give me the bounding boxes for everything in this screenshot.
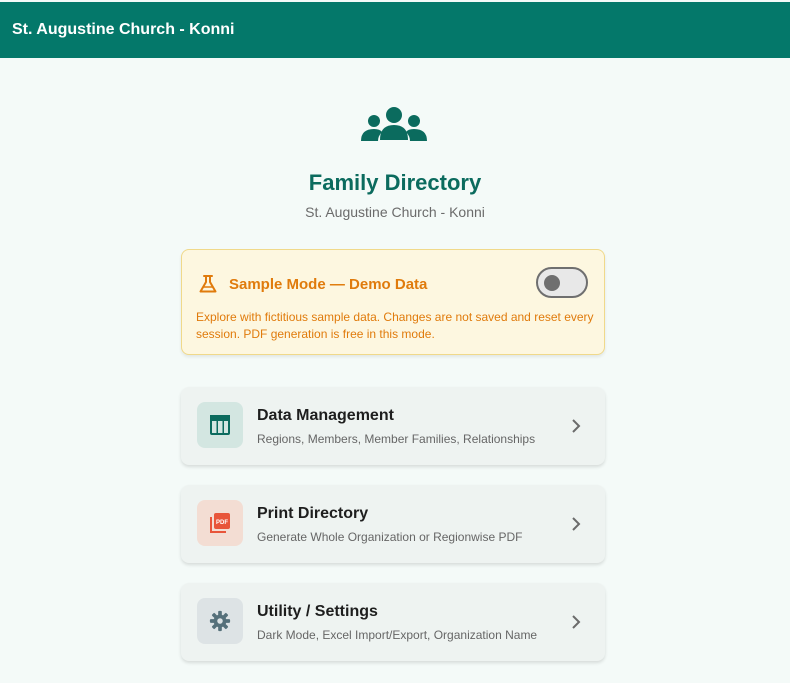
data-management-icon-box: [197, 402, 243, 448]
page-subtitle: St. Augustine Church - Konni: [305, 204, 485, 220]
group-icon: [361, 107, 427, 141]
gear-icon: [209, 610, 231, 632]
page-title: Family Directory: [308, 170, 482, 195]
data-management-card[interactable]: Data Management Regions, Members, Member…: [181, 387, 605, 465]
print-directory-icon-box: PDF: [197, 500, 243, 546]
menu-item-subtitle: Dark Mode, Excel Import/Export, Organiza…: [257, 628, 538, 642]
svg-text:PDF: PDF: [216, 520, 228, 526]
chevron-right-icon: [572, 517, 581, 531]
utility-settings-icon-box: [197, 598, 243, 644]
menu-item-subtitle: Generate Whole Organization or Regionwis…: [257, 530, 523, 544]
flask-icon: [199, 275, 217, 293]
sample-mode-description: Explore with fictitious sample data. Cha…: [196, 310, 594, 341]
sample-mode-toggle[interactable]: [536, 267, 588, 298]
print-directory-card[interactable]: PDF Print Directory Generate Whole Organ…: [181, 485, 605, 563]
chevron-right-icon: [572, 615, 581, 629]
menu-item-title: Data Management: [257, 407, 394, 424]
toggle-knob: [544, 275, 560, 291]
utility-settings-card[interactable]: Utility / Settings Dark Mode, Excel Impo…: [181, 583, 605, 661]
chevron-right-icon: [572, 419, 581, 433]
menu-item-subtitle: Regions, Members, Member Families, Relat…: [257, 432, 536, 446]
app-bar: St. Augustine Church - Konni: [0, 2, 790, 58]
menu-item-title: Utility / Settings: [257, 603, 378, 620]
sample-mode-title: Sample Mode — Demo Data: [229, 276, 428, 293]
pdf-icon: PDF: [210, 513, 230, 533]
app-bar-title: St. Augustine Church - Konni: [12, 21, 235, 38]
sample-mode-card: Sample Mode — Demo Data Explore with fic…: [181, 249, 605, 355]
table-icon: [210, 415, 230, 435]
menu-item-title: Print Directory: [257, 505, 369, 522]
